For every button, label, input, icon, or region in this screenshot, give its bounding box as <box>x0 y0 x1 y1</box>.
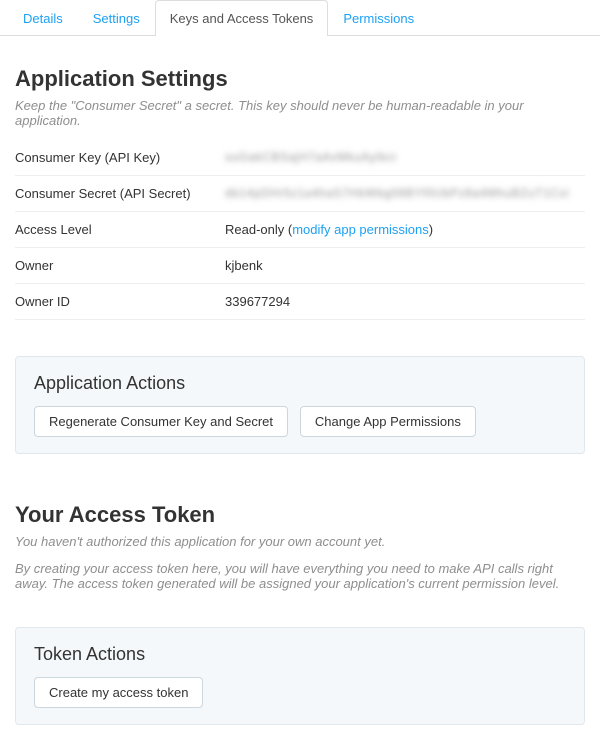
owner-label: Owner <box>15 258 225 273</box>
access-level-value: Read-only (modify app permissions) <box>225 222 433 237</box>
owner-value: kjbenk <box>225 258 263 273</box>
consumer-key-label: Consumer Key (API Key) <box>15 150 225 165</box>
create-my-access-token-button[interactable]: Create my access token <box>34 677 203 708</box>
access-token-hint-2: By creating your access token here, you … <box>15 561 585 591</box>
application-settings-heading: Application Settings <box>15 66 585 92</box>
change-app-permissions-button[interactable]: Change App Permissions <box>300 406 476 437</box>
owner-id-value: 339677294 <box>225 294 290 309</box>
regenerate-consumer-key-button[interactable]: Regenerate Consumer Key and Secret <box>34 406 288 437</box>
tab-keys-and-access-tokens[interactable]: Keys and Access Tokens <box>155 0 329 36</box>
access-level-suffix: ) <box>429 222 433 237</box>
row-consumer-key: Consumer Key (API Key) suGakCBSajH7aAvMk… <box>15 140 585 176</box>
tab-settings[interactable]: Settings <box>78 0 155 36</box>
tab-permissions[interactable]: Permissions <box>328 0 429 36</box>
owner-id-label: Owner ID <box>15 294 225 309</box>
consumer-secret-label: Consumer Secret (API Secret) <box>15 186 225 201</box>
access-level-label: Access Level <box>15 222 225 237</box>
application-actions-panel: Application Actions Regenerate Consumer … <box>15 356 585 454</box>
access-token-hint-1: You haven't authorized this application … <box>15 534 585 549</box>
token-actions-panel: Token Actions Create my access token <box>15 627 585 725</box>
consumer-secret-value: db14pDHr5z1a4haS7HbWbg08BYf0UbPz8a4MhuBZ… <box>225 186 569 201</box>
row-owner-id: Owner ID 339677294 <box>15 284 585 320</box>
application-actions-heading: Application Actions <box>34 373 566 394</box>
token-actions-heading: Token Actions <box>34 644 566 665</box>
access-level-prefix: Read-only ( <box>225 222 292 237</box>
modify-app-permissions-link[interactable]: modify app permissions <box>292 222 429 237</box>
tabs-bar: Details Settings Keys and Access Tokens … <box>0 0 600 36</box>
consumer-key-value: suGakCBSajH7aAvMkuAyIkcr <box>225 150 397 165</box>
row-consumer-secret: Consumer Secret (API Secret) db14pDHr5z1… <box>15 176 585 212</box>
row-access-level: Access Level Read-only (modify app permi… <box>15 212 585 248</box>
tab-details[interactable]: Details <box>8 0 78 36</box>
your-access-token-heading: Your Access Token <box>15 502 585 528</box>
application-settings-hint: Keep the "Consumer Secret" a secret. Thi… <box>15 98 585 128</box>
row-owner: Owner kjbenk <box>15 248 585 284</box>
